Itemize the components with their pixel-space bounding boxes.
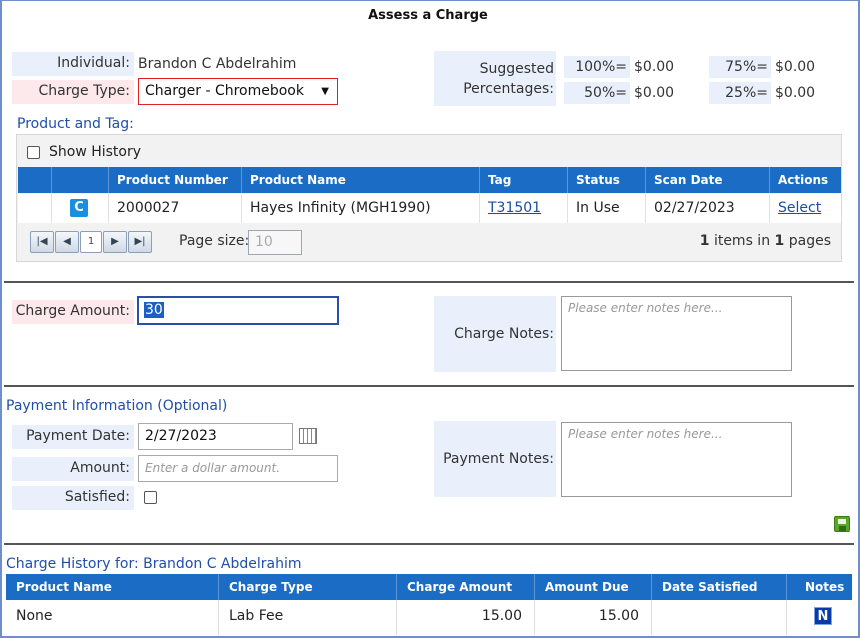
col-product-number[interactable]: Product Number	[109, 167, 242, 193]
pager-pages-count: 1	[774, 233, 785, 249]
charge-type-value: Charger - Chromebook	[145, 83, 304, 99]
divider	[4, 543, 854, 545]
pct-25-label: 25%=	[709, 82, 771, 104]
page-size-label: Page size:	[179, 233, 250, 249]
hist-col-charge-type[interactable]: Charge Type	[219, 574, 397, 600]
chevron-down-icon[interactable]: ▼	[321, 79, 329, 104]
satisfied-checkbox[interactable]	[144, 491, 157, 504]
row-scan-date: 02/27/2023	[646, 194, 770, 223]
product-grid-panel: Show History Product Number Product Name…	[16, 134, 842, 262]
table-row: None Lab Fee 15.00 15.00 N	[6, 600, 852, 635]
first-page-icon[interactable]: |◀	[30, 231, 54, 253]
pager-summary: 1 items in 1 pages	[700, 233, 831, 249]
hist-row-charge-type: Lab Fee	[219, 600, 397, 635]
charge-amount-value: 30	[144, 302, 164, 318]
payment-date-label: Payment Date:	[12, 425, 134, 449]
payment-amount-label: Amount:	[12, 457, 134, 481]
last-page-icon[interactable]: ▶|	[128, 231, 152, 253]
calendar-icon[interactable]	[299, 428, 317, 444]
hist-row-product-name: None	[6, 600, 219, 635]
hist-row-date-satisfied	[652, 600, 787, 635]
pager-pages-label: pages	[788, 233, 831, 249]
payment-notes-label: Payment Notes:	[434, 421, 556, 497]
pager-items-in: items in	[713, 233, 771, 249]
pct-100-label: 100%=	[564, 56, 630, 78]
charge-amount-label: Charge Amount:	[12, 300, 134, 324]
pager-controls: |◀ ◀ 1 ▶ ▶|	[30, 231, 170, 253]
payment-heading: Payment Information (Optional)	[6, 398, 228, 414]
hist-col-product-name[interactable]: Product Name	[6, 574, 219, 600]
product-tag-heading: Product and Tag:	[17, 116, 134, 132]
pct-100-value: $0.00	[634, 59, 675, 75]
charge-amount-input[interactable]: 30	[137, 296, 339, 325]
prev-page-icon[interactable]: ◀	[55, 231, 79, 253]
pct-75-value: $0.00	[775, 59, 816, 75]
row-blank	[18, 194, 52, 223]
row-select-link[interactable]: Select	[778, 200, 821, 216]
dialog-title: Assess a Charge	[368, 8, 488, 23]
save-icon[interactable]	[834, 516, 850, 532]
row-icon-cell: C	[52, 194, 109, 223]
charge-notes-textarea[interactable]: Please enter notes here...	[561, 296, 792, 371]
chromebook-c-icon[interactable]: C	[70, 199, 88, 217]
payment-amount-input[interactable]: Enter a dollar amount.	[138, 455, 338, 482]
payment-notes-textarea[interactable]: Please enter notes here...	[561, 422, 792, 497]
col-actions[interactable]: Actions	[770, 167, 841, 193]
next-page-icon[interactable]: ▶	[103, 231, 127, 253]
history-grid-header: Product Name Charge Type Charge Amount A…	[6, 574, 852, 600]
history-heading: Charge History for: Brandon C Abdelrahim	[6, 556, 302, 572]
current-page-number[interactable]: 1	[80, 231, 102, 253]
show-history-checkbox[interactable]	[27, 146, 40, 159]
pct-50-value: $0.00	[634, 85, 675, 101]
col-blank-2	[52, 167, 109, 193]
individual-value: Brandon C Abdelrahim	[138, 56, 297, 72]
satisfied-label: Satisfied:	[12, 486, 134, 510]
pct-50-label: 50%=	[564, 82, 630, 104]
charge-type-select[interactable]: Charger - Chromebook ▼	[138, 78, 338, 105]
row-tag-link[interactable]: T31501	[488, 200, 541, 216]
hist-col-charge-amount[interactable]: Charge Amount	[397, 574, 535, 600]
row-status: In Use	[568, 194, 646, 223]
table-row: C 2000027 Hayes Infinity (MGH1990) T3150…	[18, 194, 841, 223]
hist-row-amount-due: 15.00	[535, 600, 652, 635]
col-product-name[interactable]: Product Name	[242, 167, 480, 193]
pager-items-count: 1	[699, 233, 710, 249]
charge-notes-label: Charge Notes:	[434, 296, 556, 372]
hist-col-notes[interactable]: Notes	[787, 574, 852, 600]
pct-75-label: 75%=	[709, 56, 771, 78]
notes-n-icon[interactable]: N	[814, 607, 832, 625]
hist-col-amount-due[interactable]: Amount Due	[535, 574, 652, 600]
individual-label: Individual:	[12, 52, 134, 76]
row-product-number: 2000027	[109, 194, 242, 223]
page-size-input[interactable]: 10	[248, 230, 302, 255]
divider	[4, 385, 854, 387]
col-blank-1	[18, 167, 52, 193]
col-status[interactable]: Status	[568, 167, 646, 193]
pct-25-value: $0.00	[775, 85, 816, 101]
hist-row-charge-amount: 15.00	[397, 600, 535, 635]
payment-date-input[interactable]: 2/27/2023	[138, 423, 293, 450]
col-scan-date[interactable]: Scan Date	[646, 167, 770, 193]
row-product-name: Hayes Infinity (MGH1990)	[242, 194, 480, 223]
show-history-label: Show History	[49, 144, 142, 160]
col-tag[interactable]: Tag	[480, 167, 568, 193]
suggested-percentages-label: Suggested Percentages:	[434, 51, 556, 106]
charge-type-label: Charge Type:	[12, 80, 134, 104]
divider	[4, 281, 854, 283]
hist-col-date-satisfied[interactable]: Date Satisfied	[652, 574, 787, 600]
product-grid-header: Product Number Product Name Tag Status S…	[18, 167, 841, 193]
